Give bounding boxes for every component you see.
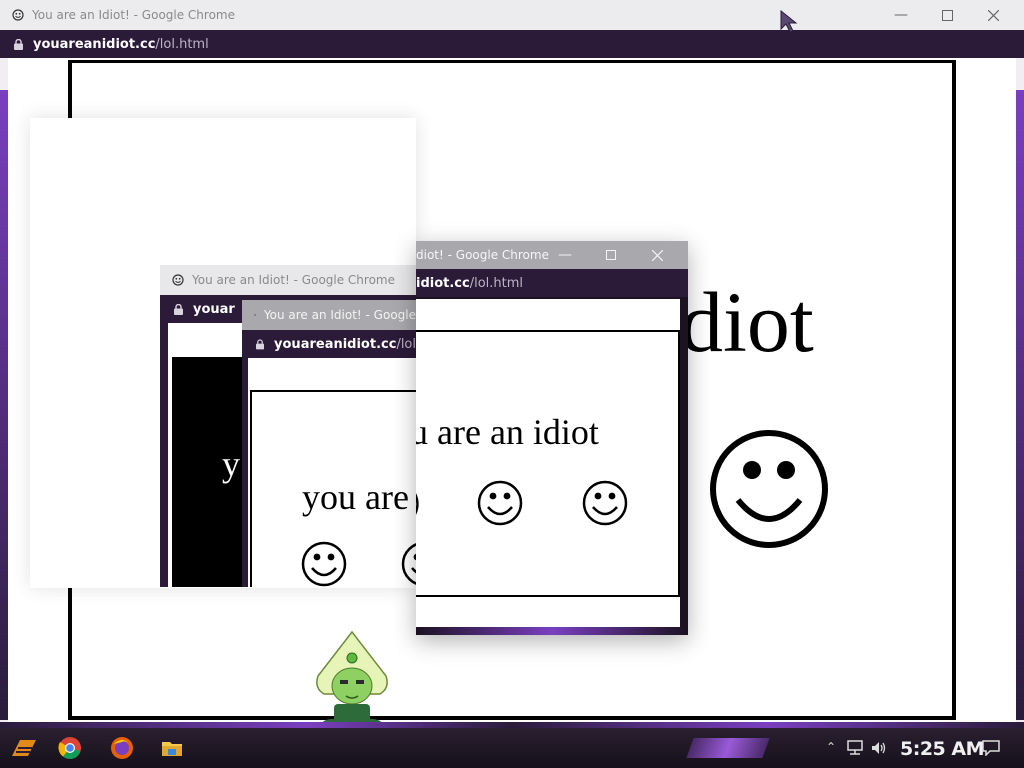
- show-hidden-icons-button[interactable]: ⌃: [826, 740, 836, 754]
- start-icon: [12, 740, 36, 756]
- front-window-title: diot! - Google Chrome: [416, 248, 549, 262]
- firefox-icon: [111, 737, 133, 759]
- front-url-path: /lol.html: [469, 275, 524, 291]
- folder-icon: [162, 742, 182, 756]
- middle-page-text: you are: [302, 477, 409, 517]
- middle-url-host: youareanidiot.cc: [274, 336, 397, 352]
- chevron-up-icon: ⌃: [826, 740, 837, 754]
- front-close-button[interactable]: [634, 241, 680, 269]
- main-window-title: You are an Idiot! - Google Chrome: [32, 8, 235, 22]
- firefox-taskbar-icon[interactable]: [110, 736, 134, 760]
- middle-url-path: /lol: [396, 336, 416, 352]
- close-button[interactable]: [970, 0, 1016, 30]
- front-url-bar[interactable]: idiot.cc/lol.html: [416, 269, 688, 297]
- notification-center-icon[interactable]: [982, 740, 1000, 756]
- middle-smiley-icon: [301, 541, 347, 587]
- smiley-icon: [172, 274, 184, 286]
- main-title-bar[interactable]: You are an Idiot! - Google Chrome —: [0, 0, 1024, 30]
- back-left-title-bar[interactable]: You are an Idiot! - Google Chrome: [160, 265, 416, 295]
- front-smiley-icon-2: [582, 480, 628, 526]
- lock-icon: [256, 338, 265, 349]
- start-menu-icon[interactable]: [10, 736, 36, 760]
- taskbar-clock[interactable]: 5:25 AM: [900, 738, 985, 760]
- front-smiley-icon-1: [477, 480, 523, 526]
- lock-icon: [14, 38, 23, 50]
- desktop-mascot-character[interactable]: [308, 630, 396, 730]
- minimize-button[interactable]: —: [878, 0, 924, 30]
- lock-icon: [174, 303, 183, 315]
- middle-window-title: You are an Idiot! - Google: [263, 308, 416, 322]
- main-url-path: /lol.html: [155, 36, 209, 52]
- close-icon: [651, 249, 663, 261]
- main-url-host: youareanidiot.cc: [33, 36, 156, 52]
- back-left-page-text: y: [222, 444, 240, 484]
- close-icon: [987, 9, 999, 21]
- main-smiley-icon: [710, 430, 828, 548]
- middle-title-bar[interactable]: You are an Idiot! - Google: [242, 300, 416, 330]
- chrome-taskbar-icon[interactable]: [58, 736, 82, 760]
- front-page-frame: [416, 330, 680, 597]
- main-url-bar[interactable]: youareanidiot.cc/lol.html: [0, 30, 1024, 58]
- back-left-window-title: You are an Idiot! - Google Chrome: [192, 273, 395, 287]
- front-maximize-button[interactable]: [588, 241, 634, 269]
- taskbar-purple-bar: [686, 738, 770, 758]
- maximize-icon: [606, 250, 616, 260]
- back-left-url: youar: [193, 301, 235, 317]
- main-page-heading: diot: [680, 274, 814, 370]
- middle-url-bar[interactable]: youareanidiot.cc/lol: [242, 330, 416, 358]
- front-browser-window[interactable]: diot! - Google Chrome — idiot.cc/lol.htm…: [416, 241, 688, 635]
- middle-browser-window[interactable]: You are an Idiot! - Google youareanidiot…: [242, 300, 416, 587]
- volume-icon[interactable]: [870, 740, 888, 756]
- taskbar-accent-strip: [0, 722, 1024, 728]
- front-title-bar[interactable]: diot! - Google Chrome —: [416, 241, 688, 269]
- middle-smiley-icon-partial: [401, 543, 416, 585]
- maximize-icon: [941, 9, 953, 21]
- mouse-cursor-icon: [780, 10, 798, 33]
- file-explorer-taskbar-icon[interactable]: [160, 736, 184, 760]
- network-icon[interactable]: [846, 740, 864, 756]
- front-bottom-strip: [416, 627, 688, 635]
- front-url-host: idiot.cc: [416, 275, 470, 291]
- maximize-button[interactable]: [924, 0, 970, 30]
- smiley-icon: [254, 314, 256, 316]
- chrome-icon: [58, 737, 81, 759]
- front-page-text: u are an idiot: [416, 412, 599, 452]
- front-smiley-icon-left-partial: [416, 493, 419, 515]
- smiley-icon: [12, 9, 24, 21]
- front-minimize-button[interactable]: —: [542, 241, 588, 269]
